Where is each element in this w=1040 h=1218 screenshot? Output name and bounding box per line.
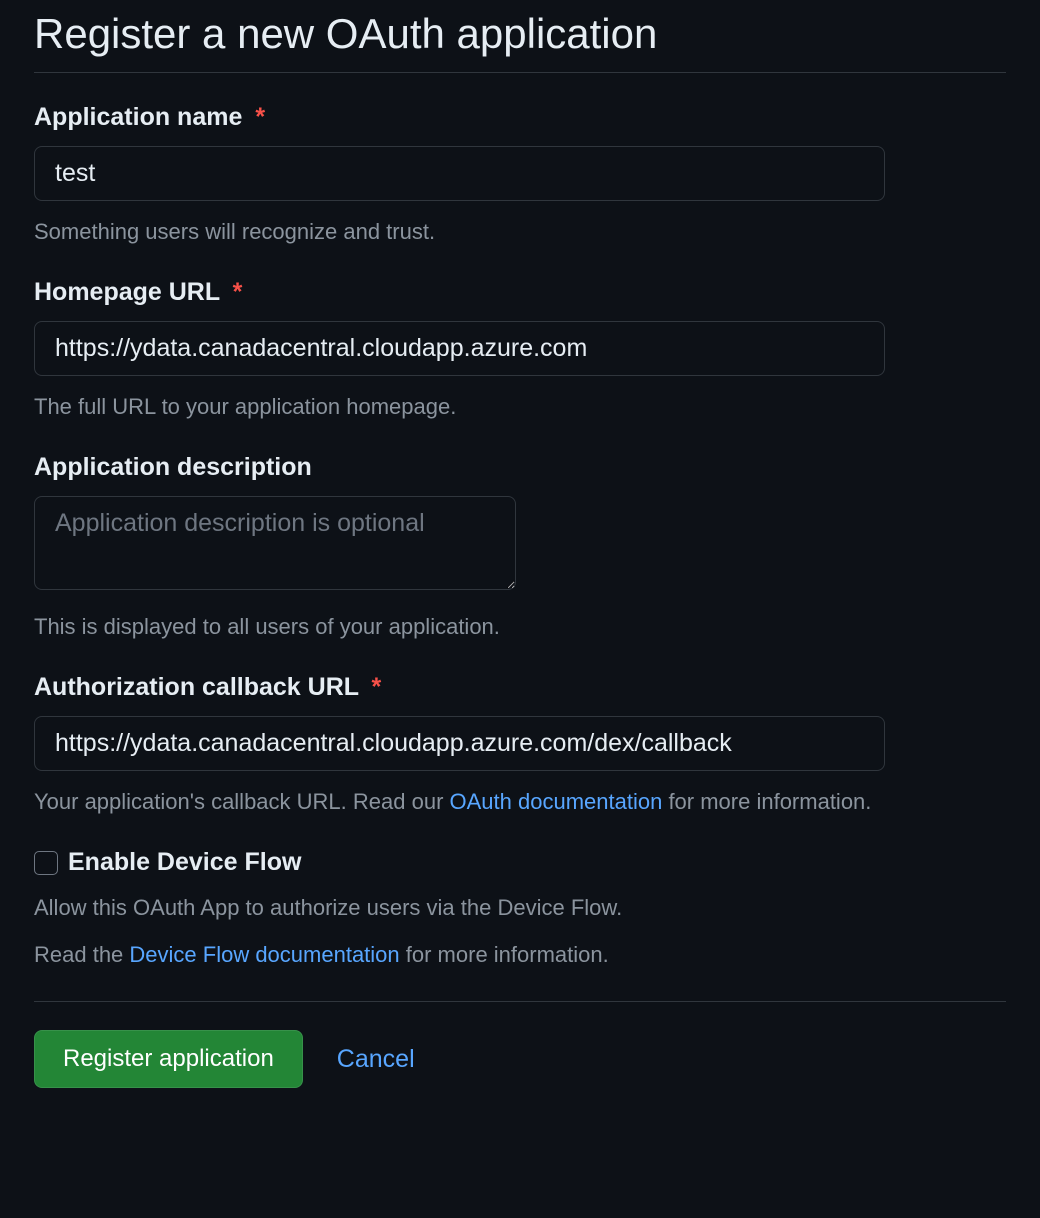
application-description-help: This is displayed to all users of your a… bbox=[34, 610, 1006, 643]
callback-url-label-text: Authorization callback URL bbox=[34, 673, 359, 701]
homepage-url-label-text: Homepage URL bbox=[34, 278, 220, 306]
application-name-input[interactable] bbox=[34, 146, 885, 201]
application-description-group: Application description This is displaye… bbox=[34, 453, 1006, 643]
callback-url-help-post: for more information. bbox=[662, 789, 871, 814]
callback-url-help: Your application's callback URL. Read ou… bbox=[34, 785, 1006, 818]
application-description-input[interactable] bbox=[34, 496, 516, 590]
callback-url-group: Authorization callback URL * Your applic… bbox=[34, 673, 1006, 818]
device-flow-help2-pre: Read the bbox=[34, 942, 129, 967]
device-flow-documentation-link[interactable]: Device Flow documentation bbox=[129, 942, 399, 967]
device-flow-group: Enable Device Flow Allow this OAuth App … bbox=[34, 848, 1006, 971]
device-flow-help2: Read the Device Flow documentation for m… bbox=[34, 938, 1006, 971]
application-name-help: Something users will recognize and trust… bbox=[34, 215, 1006, 248]
callback-url-label: Authorization callback URL * bbox=[34, 673, 1006, 702]
required-asterisk-icon: * bbox=[233, 278, 243, 306]
required-asterisk-icon: * bbox=[372, 673, 382, 701]
application-name-label-text: Application name bbox=[34, 103, 242, 131]
homepage-url-help: The full URL to your application homepag… bbox=[34, 390, 1006, 423]
application-description-label: Application description bbox=[34, 453, 1006, 482]
form-actions: Register application Cancel bbox=[34, 1030, 1006, 1088]
oauth-documentation-link[interactable]: OAuth documentation bbox=[450, 789, 663, 814]
device-flow-help2-post: for more information. bbox=[400, 942, 609, 967]
homepage-url-input[interactable] bbox=[34, 321, 885, 376]
callback-url-help-pre: Your application's callback URL. Read ou… bbox=[34, 789, 450, 814]
register-application-button[interactable]: Register application bbox=[34, 1030, 303, 1088]
application-name-label: Application name * bbox=[34, 103, 1006, 132]
homepage-url-group: Homepage URL * The full URL to your appl… bbox=[34, 278, 1006, 423]
callback-url-input[interactable] bbox=[34, 716, 885, 771]
application-name-group: Application name * Something users will … bbox=[34, 103, 1006, 248]
homepage-url-label: Homepage URL * bbox=[34, 278, 1006, 307]
required-asterisk-icon: * bbox=[255, 103, 265, 131]
application-description-label-text: Application description bbox=[34, 453, 312, 481]
enable-device-flow-checkbox[interactable] bbox=[34, 851, 58, 875]
device-flow-help1: Allow this OAuth App to authorize users … bbox=[34, 891, 1006, 924]
enable-device-flow-label: Enable Device Flow bbox=[68, 848, 301, 877]
device-flow-checkbox-row: Enable Device Flow bbox=[34, 848, 1006, 877]
divider bbox=[34, 1001, 1006, 1002]
page-title: Register a new OAuth application bbox=[34, 0, 1006, 73]
cancel-link[interactable]: Cancel bbox=[337, 1045, 415, 1074]
